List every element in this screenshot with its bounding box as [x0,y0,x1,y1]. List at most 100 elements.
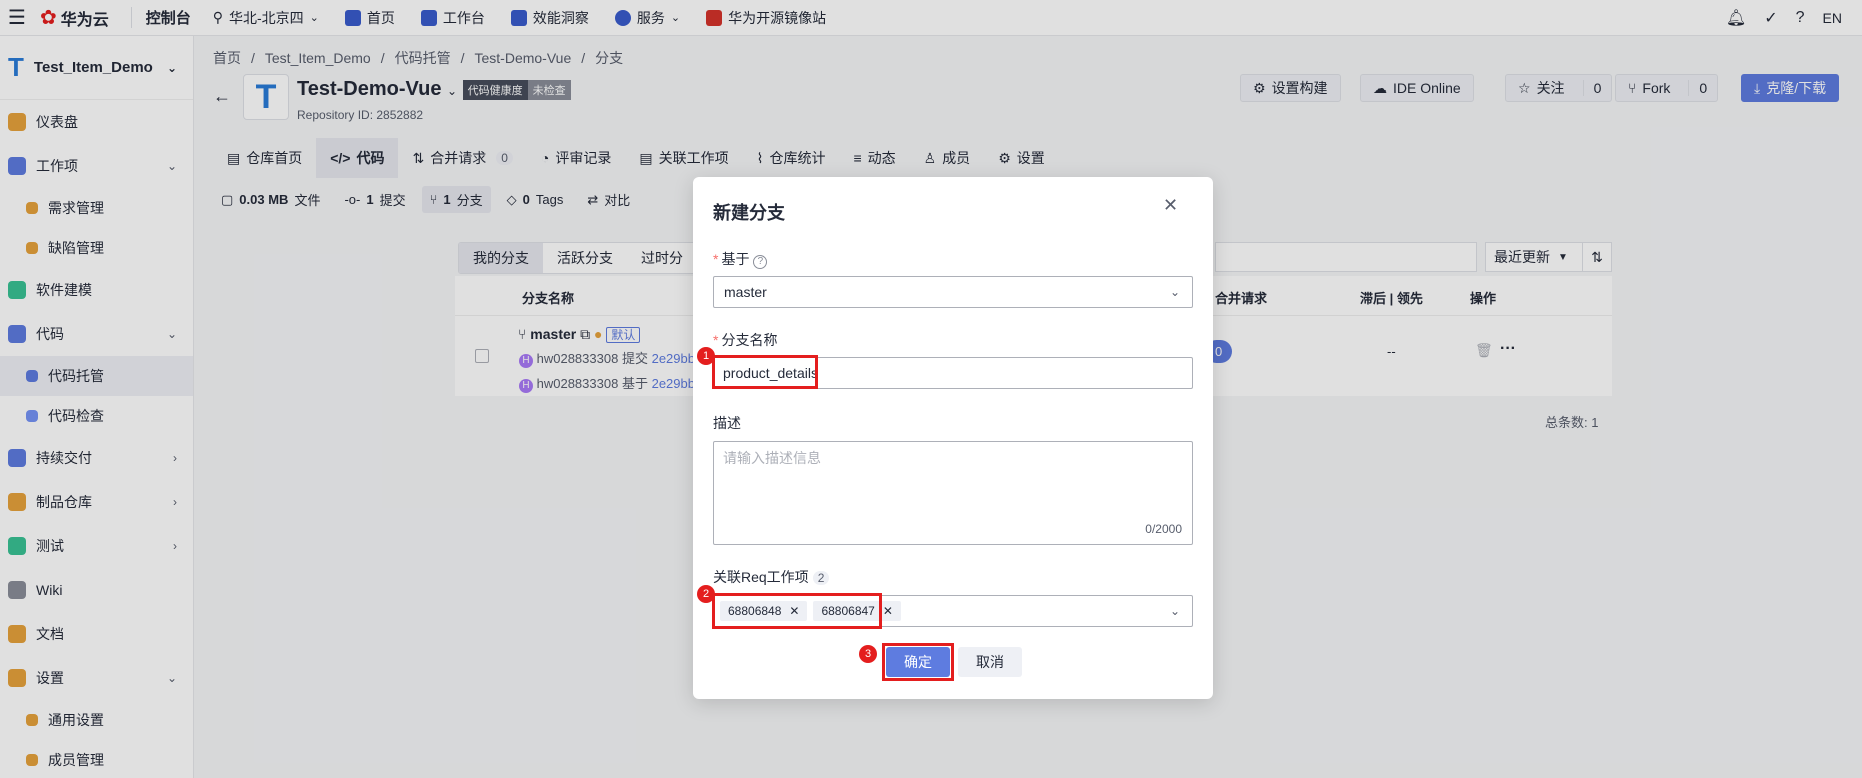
nav-workbench-label: 工作台 [442,9,485,26]
crumb-repo[interactable]: Test-Demo-Vue [475,50,572,66]
crumb-code[interactable]: 代码托管 [395,50,451,66]
sidebar-item[interactable]: 测试 › [0,524,193,568]
crumb-sep: / [251,50,255,66]
commit-hash[interactable]: 2e29bb [652,351,695,366]
sidebar-item-icon [26,754,38,766]
tab-merge-requests[interactable]: ⇅ 合并请求 0 [398,138,526,178]
nav-mirror[interactable]: 华为开源镜像站 [706,8,826,28]
sidebar-item[interactable]: 代码 ⌄ [0,312,193,356]
sort-order-button[interactable]: ⇅ [1582,242,1612,272]
branch-search-input[interactable] [1215,242,1477,272]
language-switch[interactable]: EN [1823,10,1842,26]
sidebar-item-label: 设置 [36,670,64,686]
sidebar-item[interactable]: 工作项 ⌄ [0,144,193,188]
tab-my-branches[interactable]: 我的分支 [459,243,543,273]
sidebar-item[interactable]: 仪表盘 [0,100,193,144]
nav-workbench[interactable]: 工作台 [420,8,485,28]
stat-compare[interactable]: ⇄ 对比 [579,186,638,213]
chevron-down-icon[interactable]: ⌄ [447,84,457,98]
sidebar-item[interactable]: 代码托管 [0,356,193,396]
close-icon[interactable]: ✕ [789,604,799,618]
sidebar-item[interactable]: 通用设置 [0,700,193,740]
tab-settings[interactable]: ⚙ 设置 [984,138,1059,178]
help-icon[interactable]: ? [1796,9,1805,27]
follow-label: 关注 [1536,80,1565,96]
sidebar-item[interactable]: 制品仓库 › [0,480,193,524]
settings-build-button[interactable]: ⚙ 设置构建 [1240,74,1341,102]
required-mark: * [713,332,719,348]
sidebar-item[interactable]: 代码检查 [0,396,193,436]
sidebar-item[interactable]: 需求管理 [0,188,193,228]
sidebar-item[interactable]: 缺陷管理 [0,228,193,268]
sidebar-item-icon [8,325,26,343]
confirm-button[interactable]: 确定 [886,647,950,677]
sort-select[interactable]: 最近更新 ▼ [1485,242,1583,272]
stat-tags[interactable]: ◇ 0 Tags [499,186,572,213]
description-textarea[interactable]: 请输入描述信息 0/2000 [713,441,1193,545]
help-icon[interactable]: ? [753,255,768,269]
copy-icon[interactable]: ⧉ [580,326,590,342]
huawei-logo[interactable]: ✿ 华为云 [40,5,109,30]
huawei-logo-icon: ✿ [39,7,57,29]
check-icon[interactable]: ✓ [1764,8,1777,28]
fork-button[interactable]: ⑂ Fork 0 [1615,74,1719,102]
more-icon[interactable]: ··· [1500,340,1516,358]
crumb-home[interactable]: 首页 [213,50,241,66]
chevron-down-icon: ⌄ [166,327,177,341]
delete-icon[interactable]: 🗑︎ [1475,342,1493,359]
ide-online-button[interactable]: ☁ IDE Online [1360,74,1474,102]
nav-services[interactable]: 服务 ⌄ [614,8,680,28]
nav-home[interactable]: 首页 [344,8,395,28]
sidebar-item[interactable]: 成员管理 [0,740,193,778]
tab-code[interactable]: </> 代码 [316,138,399,178]
nav-insight[interactable]: 效能洞察 [510,8,589,28]
branch-name[interactable]: master [530,326,576,342]
tab-label: 仓库统计 [769,150,826,166]
sidebar-item[interactable]: Wiki [0,568,193,612]
back-arrow-icon[interactable]: ← [213,86,231,107]
tab-activity[interactable]: ≡ 动态 [839,138,909,178]
sidebar-item[interactable]: 持续交付 › [0,436,193,480]
branch-name-label-text: 分支名称 [721,332,778,348]
tab-active-branches[interactable]: 活跃分支 [543,243,627,273]
branch-name-value: product_details [723,365,818,381]
follow-button[interactable]: ☆ 关注 0 [1505,74,1613,102]
sidebar-item[interactable]: 软件建模 [0,268,193,312]
tab-members[interactable]: ♙ 成员 [910,138,985,178]
close-icon[interactable]: ✕ [1163,195,1178,216]
col-behind-ahead: 滞后 | 领先 [1360,291,1423,306]
linked-req-select[interactable]: 68806848 ✕ 68806847 ✕ ⌄ [713,595,1193,627]
review-icon: ◔ [540,150,550,166]
nav-services-label: 服务 [636,9,665,26]
console-link[interactable]: 控制台 [130,7,191,28]
tab-linked-work-items[interactable]: ▤ 关联工作项 [625,138,742,178]
tab-repo-stats[interactable]: ⌇ 仓库统计 [743,138,840,178]
sidebar-item[interactable]: 文档 [0,612,193,656]
stat-commits[interactable]: -o- 1 提交 [336,186,413,213]
base-hash[interactable]: 2e29bb [652,376,695,391]
base-branch-select[interactable]: master ⌄ [713,276,1193,308]
sidebar-item-icon [8,537,26,555]
branch-name-input[interactable]: product_details [713,357,1193,389]
sidebar-item-icon [26,242,38,254]
tab-label: 评审记录 [555,150,612,166]
close-icon[interactable]: ✕ [883,604,893,618]
cancel-button[interactable]: 取消 [958,647,1022,677]
region-selector[interactable]: ⚲ 华北-北京四 ⌄ [213,8,319,28]
crumb-project[interactable]: Test_Item_Demo [265,50,371,66]
tab-repo-home[interactable]: ▤ 仓库首页 [213,138,316,178]
sidebar-item-label: 持续交付 [36,450,92,466]
bell-icon[interactable]: 🔔︎ [1726,8,1746,28]
stat-branches[interactable]: ⑂ 1 分支 [421,186,491,213]
tab-stale-branches[interactable]: 过时分 [627,243,697,273]
project-selector[interactable]: T Test_Item_Demo ⌄ [0,36,193,100]
menu-icon[interactable]: ☰ [8,5,26,30]
cloud-icon: ☁ [1373,79,1387,96]
clone-download-button[interactable]: ⤓ 克隆/下载 [1741,74,1840,102]
tab-review-records[interactable]: ◔ 评审记录 [527,138,625,178]
stat-files[interactable]: ▢ 0.03 MB 文件 [213,186,328,213]
row-checkbox[interactable] [475,349,489,363]
sidebar-item[interactable]: 设置 ⌄ [0,656,193,700]
behind-ahead: -- [1387,344,1396,359]
commit-user: hw028833308 [536,351,619,366]
